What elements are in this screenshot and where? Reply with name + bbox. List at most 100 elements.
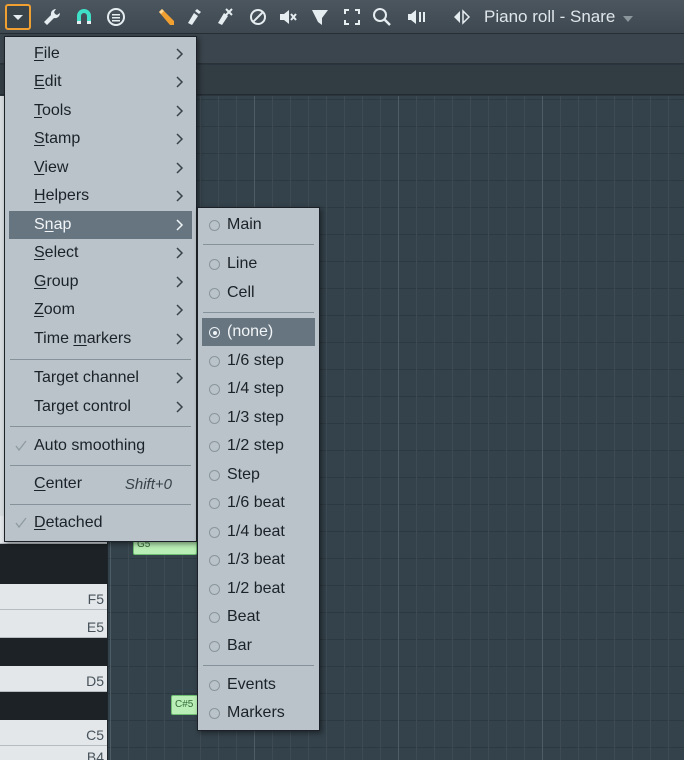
- radio-selected-icon: [209, 327, 220, 338]
- mute-speaker-icon[interactable]: [276, 5, 300, 29]
- piano-key-black[interactable]: [0, 544, 107, 584]
- snap-option-markers[interactable]: Markers: [202, 699, 315, 727]
- radio-icon: [209, 708, 220, 719]
- brush-icon[interactable]: [182, 5, 206, 29]
- piano-key-black[interactable]: [0, 692, 107, 720]
- piano-key-black[interactable]: [0, 638, 107, 666]
- window-title: Piano roll - Snare: [484, 7, 616, 26]
- snap-option-bar[interactable]: Bar: [202, 632, 315, 660]
- select-icon[interactable]: [340, 5, 364, 29]
- snap-option-1-2-step[interactable]: 1/2 step: [202, 432, 315, 460]
- menu-label: Time: [34, 330, 74, 347]
- shortcut-label: Shift+0: [124, 475, 172, 493]
- snap-option-none[interactable]: (none): [202, 318, 315, 346]
- radio-icon: [209, 527, 220, 538]
- menu-item-target-control[interactable]: Target control: [9, 393, 192, 421]
- magnet-icon[interactable]: [72, 5, 96, 29]
- radio-icon: [209, 220, 220, 231]
- menu-label: Target control: [34, 398, 131, 415]
- snap-option-step[interactable]: Step: [202, 461, 315, 489]
- menu-item-helpers[interactable]: Helpers: [9, 182, 192, 210]
- menu-item-time-markers[interactable]: Time markers: [9, 325, 192, 353]
- piano-key[interactable]: C5: [0, 720, 107, 746]
- window-title-area[interactable]: Piano roll - Snare: [452, 4, 634, 30]
- menu-item-view[interactable]: View: [9, 154, 192, 182]
- note[interactable]: C#5: [171, 695, 199, 715]
- menu-label: Step: [227, 466, 260, 483]
- snap-option-1-3-step[interactable]: 1/3 step: [202, 404, 315, 432]
- mnemonic: n: [44, 216, 54, 233]
- menu-item-edit[interactable]: Edit: [9, 68, 192, 96]
- zoom-icon[interactable]: [370, 5, 394, 29]
- menu-label: roup: [46, 273, 79, 290]
- mnemonic: T: [34, 102, 42, 119]
- playback-icon[interactable]: [404, 5, 428, 29]
- mnemonic: C: [34, 475, 46, 492]
- toolbar: Piano roll - Snare: [0, 0, 684, 34]
- menu-label: 1/2 beat: [227, 580, 285, 597]
- piano-key[interactable]: F5: [0, 584, 107, 610]
- snap-option-1-6-step[interactable]: 1/6 step: [202, 347, 315, 375]
- chevron-right-icon: [172, 47, 186, 61]
- chevron-right-icon: [172, 132, 186, 146]
- menu-separator: [10, 465, 191, 466]
- menu-label: 1/6 beat: [227, 494, 285, 511]
- menu-item-snap[interactable]: Snap: [9, 211, 192, 239]
- menu-item-file[interactable]: File: [9, 40, 192, 68]
- radio-icon: [209, 356, 220, 367]
- key-label: C5: [86, 727, 104, 743]
- pencil-icon[interactable]: [154, 5, 178, 29]
- snap-option-1-6-beat[interactable]: 1/6 beat: [202, 489, 315, 517]
- menu-item-zoom[interactable]: Zoom: [9, 296, 192, 324]
- slice-icon[interactable]: [308, 5, 332, 29]
- menu-label: Main: [227, 216, 262, 233]
- menu-item-detached[interactable]: Detached: [9, 509, 192, 537]
- piano-key[interactable]: D5: [0, 666, 107, 692]
- menu-label: oom: [43, 301, 75, 318]
- chevron-right-icon: [172, 400, 186, 414]
- mute-slash-icon[interactable]: [246, 5, 270, 29]
- mnemonic: F: [34, 45, 44, 62]
- menu-item-select[interactable]: Select: [9, 239, 192, 267]
- snap-option-1-3-beat[interactable]: 1/3 beat: [202, 546, 315, 574]
- key-label: D5: [86, 673, 104, 689]
- wrench-icon[interactable]: [40, 5, 64, 29]
- chevron-right-icon: [172, 246, 186, 260]
- delete-icon[interactable]: [212, 5, 236, 29]
- menu-item-tools[interactable]: Tools: [9, 97, 192, 125]
- snap-option-main[interactable]: Main: [202, 211, 315, 239]
- piano-key[interactable]: E5: [0, 610, 107, 638]
- chevron-right-icon: [172, 104, 186, 118]
- title-dropdown-icon[interactable]: [623, 15, 634, 22]
- menu-separator: [203, 665, 314, 666]
- menu-label: Cell: [227, 284, 255, 301]
- menu-item-auto-smoothing[interactable]: Auto smoothing: [9, 432, 192, 460]
- mnemonic: S: [34, 130, 45, 147]
- piano-key[interactable]: B4: [0, 746, 107, 760]
- snap-circle-icon[interactable]: [104, 5, 128, 29]
- menu-item-center[interactable]: Center Shift+0: [9, 470, 192, 498]
- snap-option-cell[interactable]: Cell: [202, 279, 315, 307]
- menu-label: Auto smoothing: [34, 437, 146, 454]
- snap-option-1-4-beat[interactable]: 1/4 beat: [202, 518, 315, 546]
- chevron-right-icon: [172, 303, 186, 317]
- snap-option-line[interactable]: Line: [202, 250, 315, 278]
- checkmark-icon: [13, 438, 29, 454]
- mnemonic: H: [34, 187, 46, 204]
- menu-item-stamp[interactable]: Stamp: [9, 125, 192, 153]
- menu-item-target-channel[interactable]: Target channel: [9, 364, 192, 392]
- menu-label: iew: [44, 159, 69, 176]
- snap-option-beat[interactable]: Beat: [202, 603, 315, 631]
- menu-label: Line: [227, 255, 258, 272]
- snap-option-1-4-step[interactable]: 1/4 step: [202, 375, 315, 403]
- menu-label: Bar: [227, 637, 252, 654]
- snap-option-events[interactable]: Events: [202, 671, 315, 699]
- snap-option-1-2-beat[interactable]: 1/2 beat: [202, 575, 315, 603]
- menu-label: 1/3 step: [227, 409, 284, 426]
- menu-item-group[interactable]: Group: [9, 268, 192, 296]
- menu-label: 1/2 step: [227, 437, 284, 454]
- menu-dropdown-icon[interactable]: [5, 4, 31, 30]
- radio-icon: [209, 259, 220, 270]
- menu-label: 1/6 step: [227, 352, 284, 369]
- menu-label: Beat: [227, 608, 260, 625]
